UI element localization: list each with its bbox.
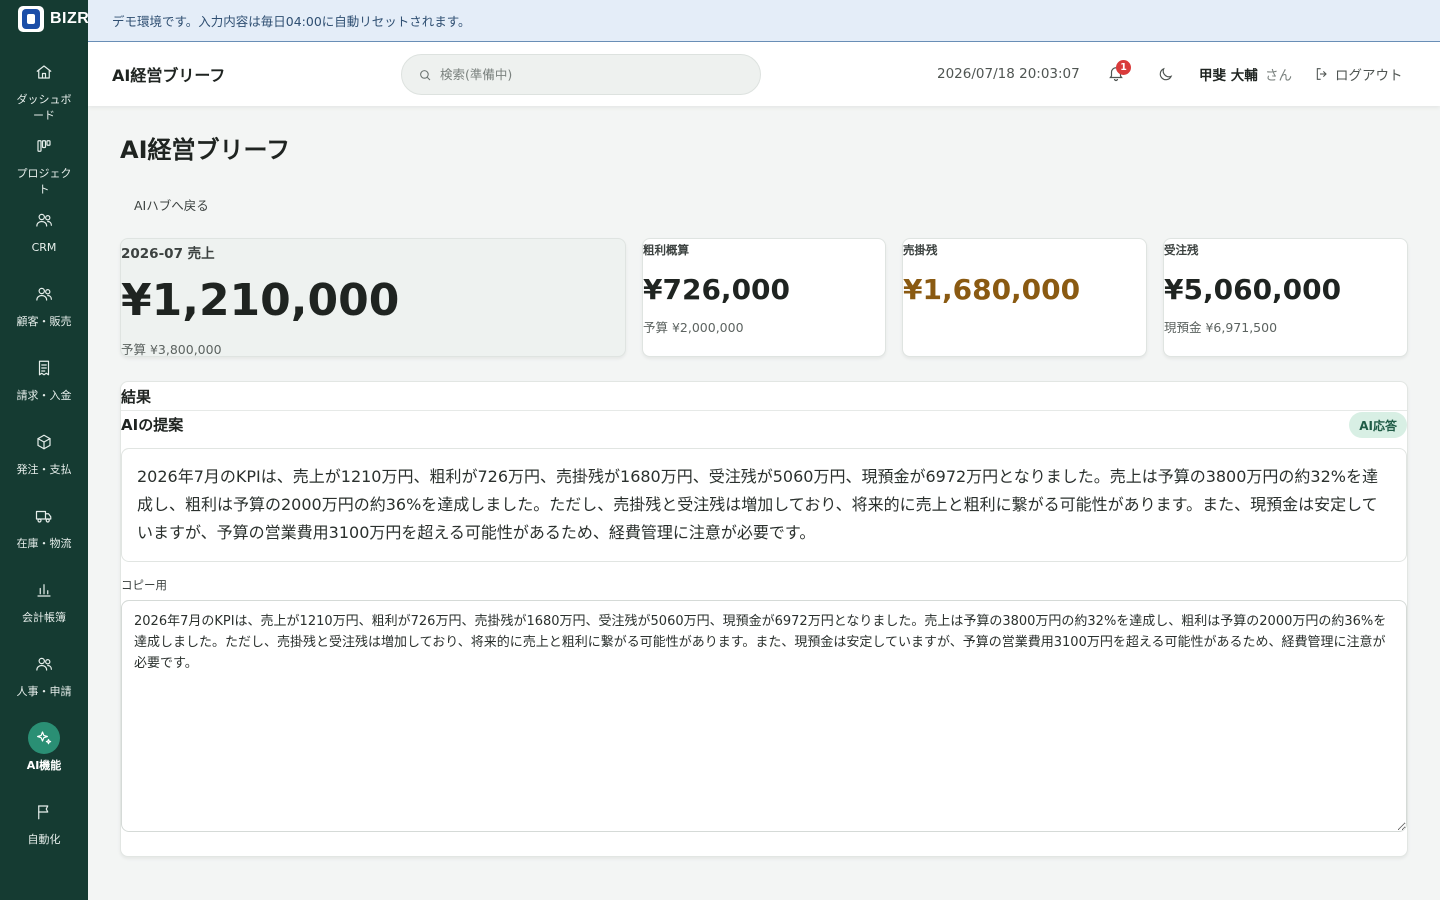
search-icon (420, 69, 431, 80)
ai-answer-text: 2026年7月のKPIは、売上が1210万円、粗利が726万円、売掛残が1680… (121, 448, 1407, 562)
app-logo[interactable]: BIZR (18, 6, 89, 32)
sidebar-item-label: 人事・申請 (16, 685, 72, 698)
moon-icon (1159, 67, 1173, 81)
sidebar-nav: ダッシュボード プロジェクト CRM 顧客・販売 請求・入金 発注・支払 在庫・… (0, 52, 88, 866)
notification-button[interactable]: 1 (1107, 60, 1131, 86)
kpi-label: 2026-07 売上 (121, 246, 215, 262)
result-heading: 結果 (121, 388, 152, 406)
sidebar-item-customers-sales[interactable]: 顧客・販売 (0, 274, 88, 348)
kpi-cash: 現預金 ¥6,971,500 (1164, 320, 1278, 335)
ai-response-badge: AI応答 (1349, 412, 1407, 438)
search-box[interactable] (401, 54, 761, 95)
kpi-value: ¥1,210,000 (121, 275, 400, 326)
back-to-ai-hub-button[interactable]: AIハブへ戻る (120, 188, 223, 220)
sidebar: BIZR ダッシュボード プロジェクト CRM 顧客・販売 請求・入金 発注・支… (0, 0, 89, 900)
sidebar-item-accounting[interactable]: 会計帳簿 (0, 570, 88, 644)
kpi-value: ¥1,680,000 (903, 273, 1081, 306)
user-name[interactable]: 甲斐 大輔 (1199, 64, 1258, 84)
kpi-card-order-backlog: 受注残 ¥5,060,000 現預金 ¥6,971,500 (1163, 238, 1408, 357)
logo-text: BIZR (50, 10, 90, 27)
users-icon (28, 648, 60, 680)
sidebar-item-projects[interactable]: プロジェクト (0, 126, 88, 200)
sidebar-item-label: 請求・入金 (16, 389, 72, 402)
sidebar-item-label: 会計帳簿 (22, 611, 66, 624)
sidebar-item-label: ダッシュボード (16, 93, 72, 122)
copy-textarea[interactable]: 2026年7月のKPIは、売上が1210万円、粗利が726万円、売掛残が1680… (121, 600, 1407, 832)
box-icon (28, 426, 60, 458)
divider (121, 410, 1407, 411)
receipt-icon (28, 352, 60, 384)
kpi-budget: 予算 ¥2,000,000 (643, 320, 744, 335)
header-title: AI経営ブリーフ (112, 66, 226, 85)
kpi-label: 粗利概算 (643, 243, 689, 257)
demo-banner: デモ環境です。入力内容は毎日04:00に自動リセットされます。 (88, 0, 1440, 42)
logout-icon (1316, 68, 1327, 80)
theme-toggle-button[interactable] (1157, 66, 1175, 84)
sidebar-item-dashboard[interactable]: ダッシュボード (0, 52, 88, 126)
kpi-card-gross-profit: 粗利概算 ¥726,000 予算 ¥2,000,000 (642, 238, 886, 357)
kanban-icon (28, 130, 60, 162)
sidebar-item-hr[interactable]: 人事・申請 (0, 644, 88, 718)
sidebar-item-label: CRM (31, 241, 57, 254)
kpi-value: ¥5,060,000 (1164, 273, 1342, 306)
truck-icon (28, 500, 60, 532)
flag-icon (28, 796, 60, 828)
sidebar-item-label: プロジェクト (16, 167, 72, 196)
sparkles-icon (28, 722, 60, 754)
sidebar-item-label: 自動化 (27, 833, 61, 846)
user-honorific: さん (1265, 68, 1292, 84)
users-icon (28, 278, 60, 310)
result-card: 結果 AIの提案 AI応答 2026年7月のKPIは、売上が1210万円、粗利が… (120, 381, 1408, 857)
search-input[interactable] (440, 67, 730, 82)
proposal-title: AIの提案 (121, 416, 184, 434)
kpi-label: 受注残 (1164, 243, 1199, 257)
sidebar-item-label: 在庫・物流 (16, 537, 72, 550)
sidebar-item-label: 顧客・販売 (16, 315, 72, 328)
top-header: AI経営ブリーフ 2026/07/18 20:03:07 1 甲斐 大輔 さん … (88, 42, 1440, 106)
kpi-card-receivable: 売掛残 ¥1,680,000 (902, 238, 1147, 357)
kpi-budget: 予算 ¥3,800,000 (121, 342, 222, 357)
sidebar-item-label: 発注・支払 (16, 463, 72, 476)
notification-badge: 1 (1116, 60, 1131, 75)
sidebar-item-label: AI機能 (26, 759, 62, 772)
logout-label: ログアウト (1335, 68, 1403, 84)
sidebar-item-crm[interactable]: CRM (0, 200, 88, 274)
kpi-label: 売掛残 (903, 243, 938, 257)
page-title: AI経営ブリーフ (120, 136, 291, 164)
demo-banner-text: デモ環境です。入力内容は毎日04:00に自動リセットされます。 (112, 14, 471, 29)
sidebar-item-ai[interactable]: AI機能 (0, 718, 88, 792)
sidebar-item-inventory[interactable]: 在庫・物流 (0, 496, 88, 570)
copy-label: コピー用 (121, 578, 167, 592)
sidebar-item-purchasing[interactable]: 発注・支払 (0, 422, 88, 496)
kpi-value: ¥726,000 (643, 273, 791, 306)
current-datetime: 2026/07/18 20:03:07 (937, 66, 1080, 82)
home-icon (28, 56, 60, 88)
sidebar-item-automation[interactable]: 自動化 (0, 792, 88, 866)
logout-button[interactable]: ログアウト (1314, 64, 1403, 84)
users-icon (28, 204, 60, 236)
kpi-card-sales: 2026-07 売上 ¥1,210,000 予算 ¥3,800,000 (120, 238, 626, 357)
logo-icon (18, 6, 44, 32)
bar-chart-icon (28, 574, 60, 606)
sidebar-item-billing[interactable]: 請求・入金 (0, 348, 88, 422)
